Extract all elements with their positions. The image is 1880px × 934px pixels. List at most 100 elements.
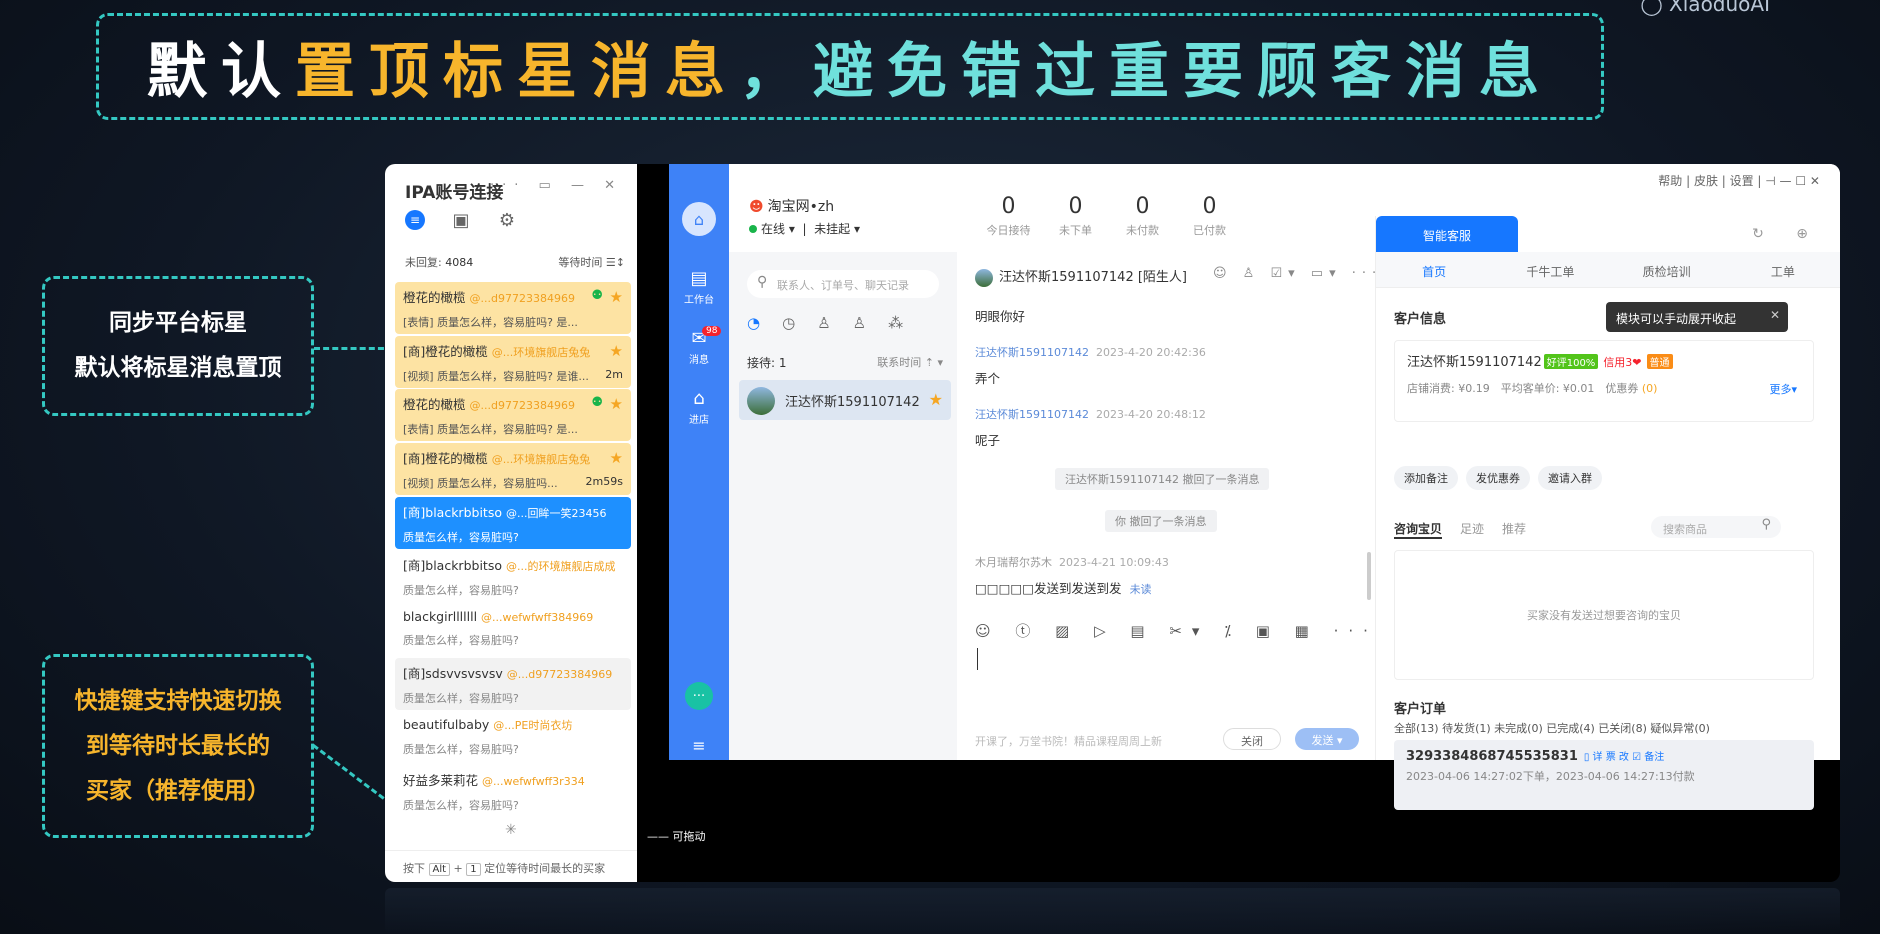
list-item[interactable]: [商]橙花的橄榄 @...环境旗舰店兔兔 [视频] 质量怎么样，容易脏吗? 是谁… xyxy=(395,335,631,388)
message-input[interactable] xyxy=(977,648,978,670)
product-search-input[interactable]: 搜索商品 xyxy=(1651,516,1781,538)
home-icon[interactable]: ⌂ xyxy=(682,202,716,236)
chat-scrollbar[interactable] xyxy=(1367,552,1371,600)
bot-icon[interactable]: ··· xyxy=(685,682,713,710)
item-name: [商]blackrbbitso xyxy=(403,558,502,574)
group-tab-icon[interactable]: ♙ xyxy=(853,314,866,332)
close-icon[interactable]: ✕ xyxy=(1770,308,1780,322)
chat-icon[interactable]: ≡ xyxy=(405,210,425,230)
monitor-icon[interactable]: ▣ xyxy=(451,210,471,231)
unreplied-label: 未回复: xyxy=(405,256,442,269)
send-coupon-button[interactable]: 发优惠券 xyxy=(1466,466,1530,490)
item-shop: @...d97723384969 xyxy=(506,667,613,681)
close-button[interactable]: 关闭 xyxy=(1223,728,1281,750)
contact-search-input[interactable]: 联系人、订单号、聊天记录 xyxy=(747,270,939,298)
item-shop: @...的环境旗舰店成成 xyxy=(505,560,616,574)
footer-tip[interactable]: 开课了，万堂书院！精品课程周周上新 xyxy=(975,733,1162,749)
chat-tab-icon[interactable]: ◔ xyxy=(747,314,760,332)
key-1: 1 xyxy=(466,863,481,876)
message-time: 2023-4-21 10:09:43 xyxy=(1059,556,1169,569)
list-item[interactable]: [商]blackrbbitso @...的环境旗舰店成成 质量怎么样，容易脏吗? xyxy=(395,550,631,602)
smart-service-tab[interactable]: 智能客服 xyxy=(1376,216,1518,252)
clock-tab-icon[interactable]: ◷ xyxy=(782,314,795,332)
add-note-button[interactable]: 添加备注 xyxy=(1394,466,1458,490)
org-tab-icon[interactable]: ⁂ xyxy=(888,314,903,332)
reception-count: 接待: 1 xyxy=(747,356,787,370)
item-name: [商]blackrbbitso xyxy=(403,504,502,520)
coupon-count: (0) xyxy=(1641,382,1658,395)
kpi-label: 今日接待 xyxy=(986,224,1031,237)
callout-text: 快捷键支持快速切换 xyxy=(74,687,282,714)
send-button[interactable]: 发送 ▾ xyxy=(1295,728,1359,750)
message-time: 2023-4-20 20:42:36 xyxy=(1096,346,1206,359)
kpi-row: 0 今日接待 0 未下单 0 未付款 0 已付款 xyxy=(975,194,1243,238)
tab-footprint[interactable]: 足迹 xyxy=(1460,520,1484,539)
qianniu-window: ⌂ ▤ 工作台 ✉ 98 消息 ⌂ 进店 ··· ≡ ☻ 淘宝网•zh 在线 ▾ | 未挂… xyxy=(669,164,1840,810)
tab-training[interactable]: 质检培训 xyxy=(1609,252,1725,287)
star-icon[interactable]: ★ xyxy=(610,288,623,306)
kpi-label: 已付款 xyxy=(1193,224,1226,237)
nav-workbench[interactable]: ▤ 工作台 xyxy=(669,268,729,306)
list-item[interactable]: 橙花的橄榄 @...d97723384969 [表情] 质量怎么样，容易脏吗? … xyxy=(395,282,631,334)
sender-name: 汪达怀斯1591107142 xyxy=(975,346,1089,359)
message-meta: 木月瑞帮尔苏木 2023-4-21 10:09:43 xyxy=(975,554,1169,570)
person-tab-icon[interactable]: ♙ xyxy=(817,314,830,332)
customer-name: 汪达怀斯1591107142 xyxy=(1407,355,1542,370)
conversation-list: 橙花的橄榄 @...d97723384969 [表情] 质量怎么样，容易脏吗? … xyxy=(395,282,631,819)
item-name: [商]橙花的橄榄 xyxy=(403,343,488,359)
star-icon[interactable]: ★ xyxy=(610,449,623,467)
invite-group-button[interactable]: 邀请入群 xyxy=(1538,466,1602,490)
list-item[interactable]: beautifulbaby @...PE时尚衣坊 质量怎么样，容易脏吗? xyxy=(395,712,631,764)
item-time: 2m59s xyxy=(585,475,623,489)
tab-home[interactable]: 首页 xyxy=(1376,252,1492,287)
watermark-logo: ◯ XiaoduoAI xyxy=(1640,0,1770,16)
loading-spinner-icon: ✳ xyxy=(505,822,517,838)
gear-icon[interactable]: ⚙ xyxy=(497,210,517,231)
window-controls[interactable]: ··· ▭ — ✕ xyxy=(490,178,623,193)
callout-text: 默认将标星消息置顶 xyxy=(74,355,282,381)
list-item[interactable]: [商]sdsvvsvsvsv @...d97723384969 质量怎么样，容易… xyxy=(395,657,631,710)
tab-recommend[interactable]: 推荐 xyxy=(1502,520,1526,539)
star-icon[interactable]: ★ xyxy=(610,395,623,413)
more-link[interactable]: 更多▾ xyxy=(1769,381,1797,397)
item-name: 橙花的橄榄 xyxy=(403,290,466,305)
order-card[interactable]: 3293384868745535831 ▯ 详 票 改 ☑ 备注 2023-04-… xyxy=(1394,740,1814,810)
editor-tools[interactable]: ☺ ⓣ ▨ ▷ ▤ ✂▾ ⁒ ▣ ▦ ··· xyxy=(975,622,1378,640)
system-notice: 汪达怀斯1591107142 撤回了一条消息 xyxy=(1055,468,1270,490)
list-item[interactable]: [商]橙花的橄榄 @...环境旗舰店兔兔 [视频] 质量怎么样，容易脏吗... … xyxy=(395,443,631,496)
list-item[interactable]: blackgirlllllll @...wefwfwff384969 质量怎么样… xyxy=(395,604,631,656)
drag-hint: —— 可拖动 xyxy=(647,830,706,843)
credit-badge: 信用3❤ xyxy=(1603,356,1642,369)
key-plus: + xyxy=(453,862,463,875)
menu-icon[interactable]: ≡ xyxy=(669,736,729,755)
item-name: 好益多莱莉花 xyxy=(403,773,479,789)
workbench-icon: ▤ xyxy=(690,268,708,289)
sidebar-actions[interactable]: ↻ ⊕ xyxy=(1752,226,1822,242)
headline-part1: 默认 xyxy=(147,37,295,107)
hang-status[interactable]: 未挂起 ▾ xyxy=(814,222,860,236)
tab-inquiry[interactable]: 咨询宝贝 xyxy=(1394,520,1443,539)
list-item[interactable]: [商]blackrbbitso @...回眸一笑23456 质量怎么样，容易脏吗… xyxy=(395,496,631,549)
sidebar-tabs: 首页 千牛工单 质检培训 工单 xyxy=(1376,252,1840,288)
star-icon[interactable]: ★ xyxy=(610,342,623,360)
order-tabs[interactable]: 全部(13) 待发货(1) 未完成(0) 已完成(4) 已关闭(8) 疑似异常(… xyxy=(1394,720,1710,736)
star-icon[interactable]: ★ xyxy=(929,390,943,409)
chat-header-tools[interactable]: ☺ ♙ ☑▾ ▭▾ ··· xyxy=(1213,266,1382,281)
customer-stats: 店铺消费: ¥0.19 平均客单价: ¥0.01 优惠券 (0) xyxy=(1407,380,1801,396)
online-status[interactable]: 在线 ▾ xyxy=(761,222,795,236)
list-item[interactable]: 好益多莱莉花 @...wefwfwff3r334 质量怎么样，容易脏吗? xyxy=(395,765,631,817)
nav-messages[interactable]: ✉ 98 消息 xyxy=(669,326,729,366)
title-bar-controls[interactable]: 帮助 | 皮肤 | 设置 | ⊣ — ☐ ✕ xyxy=(1658,172,1820,189)
item-msg: 质量怎么样，容易脏吗? xyxy=(403,584,519,598)
sort-dropdown[interactable]: 联系时间 ⇡ ▾ xyxy=(877,354,943,371)
tab-workorder[interactable]: 千牛工单 xyxy=(1492,252,1608,287)
contact-tabs: ◔ ◷ ♙ ♙ ⁂ xyxy=(747,314,903,332)
order-time: 2023-04-06 14:27:02下单，2023-04-06 14:27:1… xyxy=(1406,770,1695,783)
key-alt: Alt xyxy=(428,863,451,876)
contact-item[interactable]: 汪达怀斯1591107142 ★ xyxy=(739,380,951,420)
nav-store[interactable]: ⌂ 进店 xyxy=(669,388,729,426)
wait-sort[interactable]: 等待时间 ☰↕ xyxy=(558,254,625,270)
tab-tickets[interactable]: 工单 xyxy=(1725,252,1840,287)
order-actions[interactable]: ▯ 详 票 改 ☑ 备注 xyxy=(1584,752,1664,763)
list-item[interactable]: 橙花的橄榄 @...d97723384969 [表情] 质量怎么样，容易脏吗? … xyxy=(395,389,631,442)
